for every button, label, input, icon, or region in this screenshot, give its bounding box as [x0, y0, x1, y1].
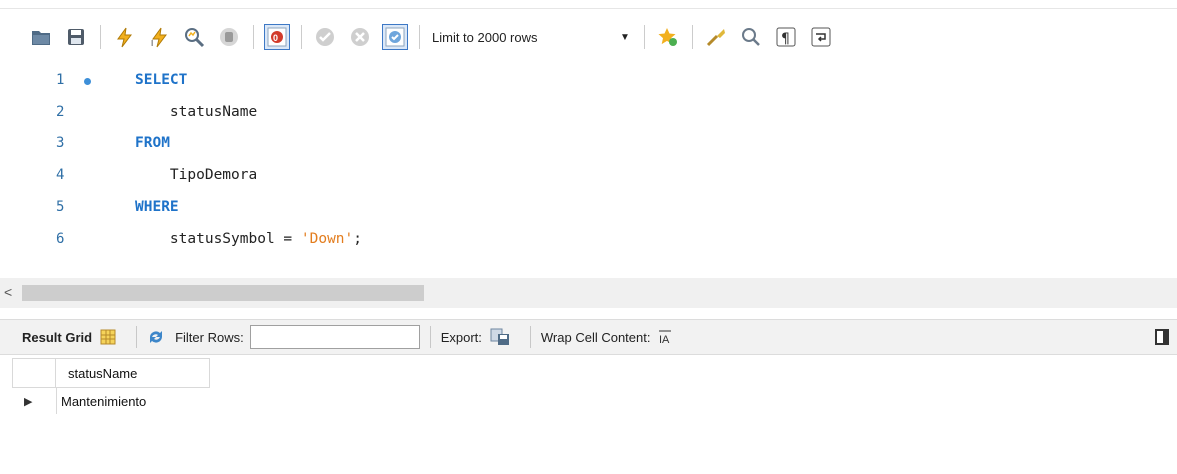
sql-identifier: statusName — [135, 104, 258, 120]
sql-identifier: TipoDemora — [135, 167, 258, 183]
line-number: 3 — [56, 135, 65, 151]
code-text: statusName — [135, 104, 257, 120]
current-row-arrow-icon: ▶ — [24, 395, 33, 408]
filter-rows-label: Filter Rows: — [175, 329, 244, 345]
current-statement-dot-icon — [84, 78, 91, 85]
sql-keyword: SELECT — [135, 72, 188, 88]
sql-identifier: statusSymbol = — [135, 231, 301, 247]
table-row[interactable]: ▶ Mantenimiento — [12, 388, 210, 414]
line-number: 2 — [56, 104, 65, 120]
beautify-icon — [706, 29, 725, 47]
sql-string: 'Down' — [300, 231, 354, 247]
editor-line[interactable]: 5 WHERE — [0, 199, 1177, 219]
line-number: 1 — [56, 72, 65, 88]
svg-text:I: I — [151, 39, 153, 48]
folder-icon — [32, 31, 50, 45]
grid-view-icon[interactable] — [100, 329, 116, 345]
toggle-error-icon: 0 — [267, 27, 287, 47]
export-icon[interactable] — [490, 328, 510, 346]
invisible-chars-icon: ¶ — [776, 27, 796, 47]
invisible-chars-button[interactable]: ¶ — [773, 24, 799, 50]
commit-icon — [316, 28, 334, 46]
limit-rows-select[interactable]: Limit to 2000 rows ▼ — [432, 30, 642, 45]
svg-text:¶: ¶ — [781, 31, 790, 47]
code-text: WHERE — [135, 199, 179, 215]
editor-line[interactable]: 4 TipoDemora — [0, 167, 1177, 187]
filter-rows-input[interactable] — [249, 325, 420, 349]
beautify-button[interactable] — [703, 24, 729, 50]
column-header[interactable]: statusName — [56, 358, 210, 388]
save-button[interactable] — [63, 24, 89, 50]
result-grid: statusName ▶ Mantenimiento — [12, 358, 210, 414]
line-number: 6 — [56, 231, 65, 247]
code-text: SELECT — [135, 72, 187, 88]
editor-line[interactable]: 6 statusSymbol = 'Down'; — [0, 231, 1177, 251]
editor-horizontal-scrollbar[interactable]: < — [0, 278, 1177, 308]
code-text: FROM — [135, 135, 170, 151]
svg-text:IA: IA — [659, 334, 670, 345]
result-grid-tab[interactable]: Result Grid — [22, 330, 92, 345]
sql-keyword: WHERE — [135, 199, 179, 215]
rollback-icon — [351, 28, 369, 46]
editor-line[interactable]: 2 statusName — [0, 104, 1177, 124]
add-snippet-button[interactable] — [655, 24, 681, 50]
toolbar-separator — [100, 25, 101, 49]
sql-keyword: FROM — [135, 135, 170, 151]
table-cell[interactable]: Mantenimiento — [56, 388, 210, 414]
window-top-edge — [0, 0, 1177, 9]
chevron-down-icon: ▼ — [620, 31, 630, 43]
toolbar-separator — [136, 326, 138, 348]
execute-button[interactable] — [111, 24, 137, 50]
explain-button[interactable] — [181, 24, 207, 50]
wrap-cell-content-label: Wrap Cell Content: — [540, 329, 651, 345]
sql-editor[interactable]: 1 SELECT 2 statusName 3 FROM 4 TipoDemora 5 WHE… — [0, 66, 1177, 278]
commit-button[interactable] — [312, 24, 338, 50]
save-icon — [68, 29, 84, 45]
wrap-icon — [811, 27, 831, 47]
sql-editor-toolbar: I 0 Limit to 2000 rows ▼ ¶ — [0, 9, 1177, 65]
explain-icon — [185, 28, 205, 48]
limit-rows-value: Limit to 2000 rows — [432, 29, 538, 45]
find-button[interactable] — [738, 24, 764, 50]
autocommit-icon — [385, 27, 405, 47]
toolbar-separator — [253, 25, 254, 49]
find-icon — [741, 28, 760, 46]
grid-header-row: statusName — [12, 358, 210, 388]
result-toolbar: Result Grid Filter Rows: Export: Wrap Ce… — [0, 319, 1177, 355]
editor-line[interactable]: 3 FROM — [0, 135, 1177, 155]
execute-icon — [117, 27, 132, 48]
line-number: 5 — [56, 199, 65, 215]
wrap-cell-icon[interactable]: IA — [658, 329, 672, 345]
editor-line[interactable]: 1 SELECT — [0, 72, 1177, 92]
rollback-button[interactable] — [347, 24, 373, 50]
toolbar-separator — [419, 25, 420, 49]
wrap-lines-button[interactable] — [808, 24, 834, 50]
open-file-button[interactable] — [28, 24, 54, 50]
bookmark-icon — [658, 28, 677, 46]
execute-current-icon: I — [151, 27, 167, 48]
svg-text:0: 0 — [273, 33, 278, 43]
toolbar-separator — [429, 326, 431, 348]
stop-button[interactable] — [216, 24, 242, 50]
toolbar-separator — [691, 25, 693, 49]
export-label: Export: — [440, 329, 482, 345]
refresh-icon[interactable] — [147, 329, 165, 345]
scrollbar-thumb[interactable] — [22, 285, 424, 301]
toolbar-separator — [301, 25, 302, 49]
execute-current-button[interactable]: I — [146, 24, 172, 50]
line-number: 4 — [56, 167, 65, 183]
toggle-stop-on-error-button[interactable]: 0 — [264, 24, 290, 50]
code-text: TipoDemora — [135, 167, 257, 183]
panel-toggle-icon[interactable] — [1155, 329, 1169, 345]
stop-icon — [220, 28, 238, 46]
row-header-corner — [12, 358, 56, 388]
chevron-left-icon[interactable]: < — [4, 284, 12, 300]
sql-identifier: ; — [353, 231, 362, 247]
toolbar-separator — [529, 326, 531, 348]
code-text: statusSymbol = 'Down'; — [135, 231, 362, 247]
autocommit-button[interactable] — [382, 24, 408, 50]
toolbar-separator — [643, 25, 645, 49]
